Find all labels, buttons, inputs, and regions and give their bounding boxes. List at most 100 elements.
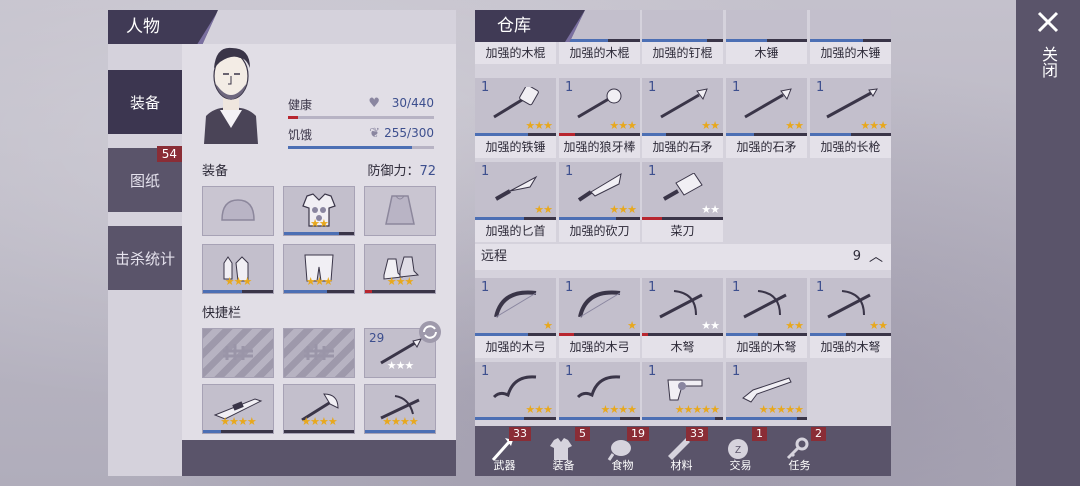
tab-gear[interactable]: 5 装备 bbox=[534, 426, 593, 476]
durability-bar bbox=[284, 290, 354, 293]
item-quantity: 1 bbox=[565, 280, 574, 295]
svg-text:Z: Z bbox=[735, 445, 741, 456]
quickbar-slot-crossbow[interactable]: ★★★★ bbox=[364, 384, 436, 434]
item-stars: ★★★★ bbox=[600, 403, 637, 416]
tab-kill-stats-label: 击杀统计 bbox=[114, 249, 175, 268]
durability-fill bbox=[203, 290, 242, 293]
durability-bar bbox=[284, 232, 354, 235]
warehouse-item[interactable]: 1 ★★★ 加强的狼牙棒 bbox=[559, 78, 640, 160]
quickbar-slot-rifle[interactable]: ★★★★ bbox=[202, 384, 274, 434]
warehouse-item[interactable]: 1 ★★ 加强的石矛 bbox=[726, 78, 807, 160]
item-name: 木弩 bbox=[642, 336, 723, 358]
tab-kill-stats[interactable]: 击杀统计 bbox=[108, 226, 182, 290]
item-tile: 1 ★ bbox=[475, 278, 556, 336]
crossbow-icon bbox=[742, 289, 787, 318]
quests-badge: 2 bbox=[811, 427, 826, 441]
warehouse-item[interactable]: 加强的木锤 bbox=[810, 10, 891, 66]
item-stars: ★★★★★ bbox=[674, 403, 720, 416]
mace-icon bbox=[576, 88, 621, 118]
body-armor-slot[interactable]: ★★ bbox=[283, 186, 355, 236]
item-tile: 1 ★ bbox=[559, 278, 640, 336]
item-stars: ★★★ bbox=[609, 203, 637, 216]
quickbar-slot-locked[interactable] bbox=[283, 328, 355, 378]
crossbow-icon bbox=[826, 289, 871, 318]
item-tile: 1 ★★ bbox=[726, 78, 807, 136]
hammer-icon bbox=[492, 86, 539, 118]
pants-stars: ★★★ bbox=[305, 275, 334, 288]
item-tile: 1 ★★★ bbox=[475, 362, 556, 420]
item-name: 菜刀 bbox=[642, 220, 723, 242]
health-bar-fill bbox=[288, 116, 299, 119]
item-tile: 1 ★★ bbox=[642, 78, 723, 136]
defense-label: 防御力： bbox=[367, 164, 420, 179]
item-tile: 1 ★★ bbox=[475, 162, 556, 220]
item-name: 加强的长枪 bbox=[810, 136, 891, 158]
item-stars: ★★ bbox=[701, 119, 720, 132]
rifle-stars: ★★★★ bbox=[220, 415, 256, 428]
warehouse-item[interactable]: 1 ★★ 菜刀 bbox=[642, 162, 723, 244]
blueprints-badge: 54 bbox=[156, 146, 182, 162]
durability-fill bbox=[284, 430, 340, 433]
warehouse-item[interactable]: 1 ★★★ 加强的砍刀 bbox=[559, 162, 640, 244]
durability-bar bbox=[203, 290, 273, 293]
quickbar-slot-locked[interactable] bbox=[202, 328, 274, 378]
item-stars: ★★★ bbox=[525, 403, 553, 416]
close-label[interactable]: 关闭 bbox=[1039, 46, 1058, 78]
ranged-category-header[interactable]: 远程 9 ︿ bbox=[475, 244, 891, 270]
materials-label: 材料 bbox=[670, 459, 693, 472]
warehouse-item[interactable]: 1 ★★★ 加强的长枪 bbox=[810, 78, 891, 160]
cloak-slot[interactable] bbox=[364, 186, 436, 236]
close-icon[interactable] bbox=[1036, 10, 1060, 34]
item-quantity: 1 bbox=[565, 364, 574, 379]
recurve-bow-icon bbox=[576, 374, 620, 398]
warehouse-row-scrolled: 加强的木棍 加强的木棍 加强的钉棍 木锤 加强的木锤 bbox=[475, 10, 891, 76]
warehouse-item[interactable]: 1 ★★ 加强的匕首 bbox=[475, 162, 556, 244]
item-name: 加强的钉棍 bbox=[642, 42, 723, 64]
item-name: 加强的木弩 bbox=[810, 336, 891, 358]
crossbow-icon bbox=[658, 289, 703, 318]
quickbar-slot-spear[interactable]: 29 ★★★ bbox=[364, 321, 441, 378]
item-name: 加强的木锤 bbox=[810, 42, 891, 64]
item-tile bbox=[810, 10, 891, 42]
warehouse-item[interactable]: 1 ★★ 加强的木弩 bbox=[810, 278, 891, 360]
food-badge: 19 bbox=[627, 427, 649, 441]
tab-blueprints[interactable]: 图纸 54 bbox=[108, 146, 182, 212]
swap-icon[interactable] bbox=[417, 319, 443, 345]
warehouse-item[interactable]: 1 ★★ 木弩 bbox=[642, 278, 723, 360]
warehouse-item[interactable]: 1 ★ 加强的木弓 bbox=[559, 278, 640, 360]
item-tile bbox=[726, 10, 807, 42]
head-slot[interactable] bbox=[202, 186, 274, 236]
machete-icon bbox=[577, 172, 622, 202]
durability-bar bbox=[475, 417, 556, 420]
tab-food[interactable]: 19 食物 bbox=[593, 426, 652, 476]
warehouse-item[interactable]: 1 ★★★ 加强的铁锤 bbox=[475, 78, 556, 160]
close-bar[interactable]: 关闭 bbox=[1016, 0, 1080, 486]
shotgun-icon bbox=[741, 376, 792, 403]
weapons-label: 武器 bbox=[493, 459, 516, 472]
item-name: 加强的木棍 bbox=[559, 42, 640, 64]
item-name: 加强的石矛 bbox=[642, 136, 723, 158]
pants-slot[interactable]: ★★★ bbox=[283, 244, 355, 294]
warehouse-item[interactable]: 木锤 bbox=[726, 10, 807, 66]
item-stars: ★★ bbox=[869, 319, 888, 332]
item-quantity: 1 bbox=[481, 364, 490, 379]
boots-slot[interactable]: ★★★ bbox=[364, 244, 436, 294]
warehouse-item[interactable]: 加强的钉棍 bbox=[642, 10, 723, 66]
item-tile: 1 ★★★ bbox=[810, 78, 891, 136]
tab-equipment[interactable]: 装备 bbox=[108, 70, 182, 134]
gloves-slot[interactable]: ★★★ bbox=[202, 244, 274, 294]
warehouse-item-grid[interactable]: 加强的木棍 加强的木棍 加强的钉棍 木锤 加强的木锤 1 ★★★ 加强的铁锤 1… bbox=[475, 10, 891, 426]
durability-fill bbox=[365, 430, 435, 433]
warehouse-item[interactable]: 1 ★★ 加强的石矛 bbox=[642, 78, 723, 160]
item-tile: 1 ★★ bbox=[642, 278, 723, 336]
warehouse-item[interactable]: 1 ★★ 加强的木弩 bbox=[726, 278, 807, 360]
chevron-up-icon[interactable]: ︿ bbox=[869, 244, 883, 270]
tab-materials[interactable]: 33 材料 bbox=[652, 426, 711, 476]
tab-trade[interactable]: Z 1 交易 bbox=[711, 426, 770, 476]
tab-quests[interactable]: 2 任务 bbox=[770, 426, 829, 476]
tab-weapons[interactable]: 33 武器 bbox=[475, 426, 534, 476]
tab-blueprints-label: 图纸 bbox=[129, 171, 160, 190]
warehouse-item[interactable]: 1 ★ 加强的木弓 bbox=[475, 278, 556, 360]
quickbar-slot-axe[interactable]: ★★★★ bbox=[283, 384, 355, 434]
quests-label: 任务 bbox=[788, 459, 811, 472]
